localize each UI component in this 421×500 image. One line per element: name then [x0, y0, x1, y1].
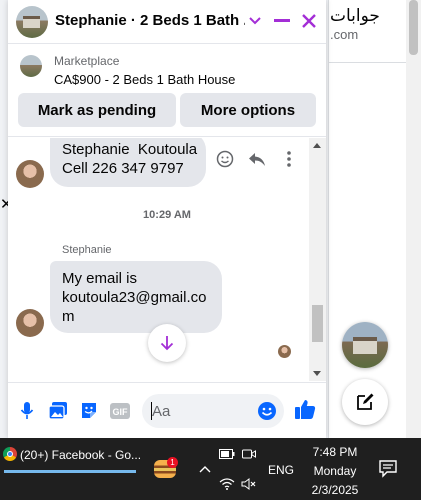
more-options-button[interactable]: More options [180, 93, 316, 127]
message-bubble[interactable]: Stephanie Koutoula Cell 226 347 9797 [50, 138, 206, 187]
background-heading: جوابات [330, 6, 380, 26]
clock-date: 2/3/2025 [311, 483, 359, 497]
message-line: koutoula23@gmail.co [62, 289, 207, 306]
wifi-icon[interactable] [218, 476, 236, 492]
camera-icon[interactable] [241, 446, 257, 462]
message-line: My email is [62, 270, 138, 287]
keyboard-language[interactable]: ENG [268, 463, 294, 477]
chat-window: Stephanie · 2 Beds 1 Bath ... Marketplac… [8, 0, 326, 438]
notification-icon[interactable] [378, 458, 398, 478]
chat-scrollbar[interactable] [309, 138, 326, 381]
listing-thumbnail[interactable] [20, 55, 42, 77]
message-line: m [62, 308, 75, 325]
chrome-icon [3, 447, 17, 461]
close-icon[interactable] [296, 8, 322, 34]
scroll-down-arrow-icon[interactable] [313, 371, 321, 376]
chat-scrollbar-thumb[interactable] [312, 305, 323, 342]
taskbar: (20+) Facebook - Go... 1 ENG 7:48 PM Mon… [0, 438, 421, 500]
listing-source: Marketplace [54, 54, 120, 68]
volume-muted-icon[interactable] [241, 476, 257, 492]
message-bubble[interactable]: My email is koutoula23@gmail.co m [50, 261, 222, 333]
new-message-button[interactable] [342, 379, 388, 425]
message-input[interactable] [152, 400, 252, 422]
background-left-strip [0, 0, 8, 438]
sender-avatar[interactable] [16, 160, 44, 188]
scroll-to-bottom-button[interactable] [148, 324, 186, 362]
background-divider [328, 62, 406, 63]
chat-head-avatar[interactable] [342, 322, 388, 368]
reply-icon[interactable] [246, 148, 268, 170]
message-composer: GIF [8, 382, 326, 438]
clock-day: Monday [313, 464, 357, 478]
emoji-icon[interactable] [256, 400, 278, 422]
chevron-down-icon[interactable] [242, 8, 268, 34]
page-scrollbar-thumb[interactable] [409, 0, 418, 55]
taskbar-app-label: (20+) Facebook - Go... [20, 448, 142, 462]
message-actions [214, 148, 300, 170]
taskbar-clock[interactable]: 7:48 PM Monday 2/3/2025 [305, 444, 365, 498]
microphone-icon[interactable] [16, 400, 38, 422]
message-timestamp: 10:29 AM [143, 209, 191, 221]
message-line: Stephanie Koutoula [62, 141, 198, 158]
widget-badge: 1 [167, 457, 178, 468]
sender-avatar[interactable] [16, 309, 44, 337]
photo-icon[interactable] [47, 400, 69, 422]
chat-header: Stephanie · 2 Beds 1 Bath ... [8, 0, 326, 44]
page-scrollbar[interactable] [406, 0, 421, 438]
like-icon[interactable] [294, 398, 316, 420]
svg-text:GIF: GIF [113, 407, 129, 417]
more-icon[interactable] [278, 148, 300, 170]
mark-as-pending-button[interactable]: Mark as pending [18, 93, 176, 127]
active-app-indicator [4, 470, 136, 473]
scroll-up-arrow-icon[interactable] [313, 143, 321, 148]
taskbar-browser-app[interactable]: (20+) Facebook - Go... [0, 438, 142, 474]
chevron-up-icon[interactable] [196, 438, 214, 500]
message-list: Stephanie Koutoula Cell 226 347 9797 10:… [8, 138, 326, 381]
battery-icon[interactable] [218, 446, 236, 462]
message-line: Cell 226 347 9797 [62, 160, 184, 177]
sticker-icon[interactable] [78, 400, 100, 422]
clock-time: 7:48 PM [312, 445, 358, 459]
react-icon[interactable] [214, 148, 236, 170]
sender-name: Stephanie [62, 244, 112, 256]
conversation-title[interactable]: Stephanie · 2 Beds 1 Bath ... [55, 12, 245, 29]
message-input-box[interactable] [142, 394, 284, 428]
marketplace-listing: Marketplace CA$900 - 2 Beds 1 Bath House… [8, 45, 326, 137]
gif-icon[interactable]: GIF [109, 400, 131, 422]
listing-title[interactable]: CA$900 - 2 Beds 1 Bath House [54, 72, 235, 87]
background-domain-text: .com [330, 27, 359, 42]
conversation-avatar[interactable] [16, 6, 48, 38]
read-receipt-avatar [278, 345, 291, 358]
minimize-icon[interactable] [269, 8, 295, 34]
